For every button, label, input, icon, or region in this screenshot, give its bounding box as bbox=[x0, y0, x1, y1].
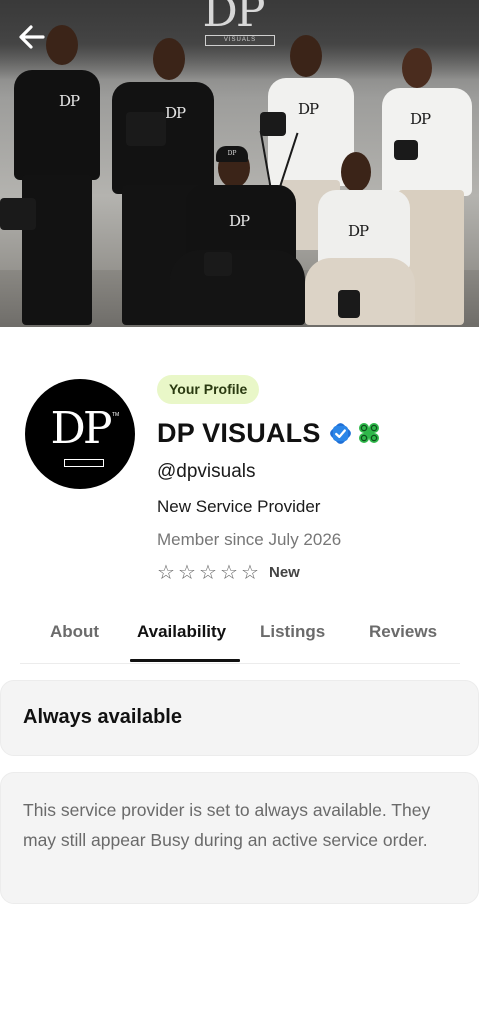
member-since: Member since July 2026 bbox=[157, 530, 342, 549]
tab-reviews[interactable]: Reviews bbox=[369, 622, 437, 642]
back-arrow-icon bbox=[19, 25, 45, 49]
star-outline-icon: ☆ bbox=[199, 560, 217, 584]
rating-label: New bbox=[269, 563, 300, 581]
profile-name: DP VISUALS bbox=[157, 417, 321, 448]
cover-wall-logo: DP bbox=[202, 0, 266, 37]
star-outline-icon: ☆ bbox=[220, 560, 238, 584]
profile-name-row: DP VISUALS bbox=[157, 416, 380, 450]
star-outline-icon: ☆ bbox=[157, 560, 175, 584]
star-outline-icon: ☆ bbox=[178, 560, 196, 584]
verified-badge-icon bbox=[329, 422, 351, 444]
back-button[interactable] bbox=[16, 22, 48, 52]
tab-listings[interactable]: Listings bbox=[260, 622, 325, 642]
green-seal-icon bbox=[358, 423, 379, 443]
availability-status-card: Always available bbox=[0, 680, 479, 756]
tab-about[interactable]: About bbox=[50, 622, 99, 642]
avatar-trademark: TM bbox=[112, 412, 120, 418]
avatar-logo: DP bbox=[50, 403, 113, 454]
profile-handle: @dpvisuals bbox=[157, 461, 256, 482]
avatar[interactable]: DP TM bbox=[25, 379, 135, 489]
availability-title: Always available bbox=[23, 706, 182, 728]
availability-info-card: This service provider is set to always a… bbox=[0, 772, 479, 904]
rating: ☆ ☆ ☆ ☆ ☆ New bbox=[157, 561, 300, 583]
avatar-logo-bar bbox=[64, 459, 104, 467]
your-profile-badge: Your Profile bbox=[157, 375, 260, 404]
cover-wall-logo-sub: VISUALS bbox=[205, 35, 275, 46]
active-tab-indicator bbox=[130, 659, 240, 662]
tab-availability[interactable]: Availability bbox=[137, 622, 226, 642]
star-outline-icon: ☆ bbox=[241, 560, 259, 584]
availability-description: This service provider is set to always a… bbox=[23, 800, 431, 850]
profile-tabs: About Availability Listings Reviews bbox=[20, 612, 460, 664]
cover-photo: DP VISUALS DP DP DP DP DP DP DP bbox=[0, 0, 479, 327]
profile-role: New Service Provider bbox=[157, 497, 321, 516]
